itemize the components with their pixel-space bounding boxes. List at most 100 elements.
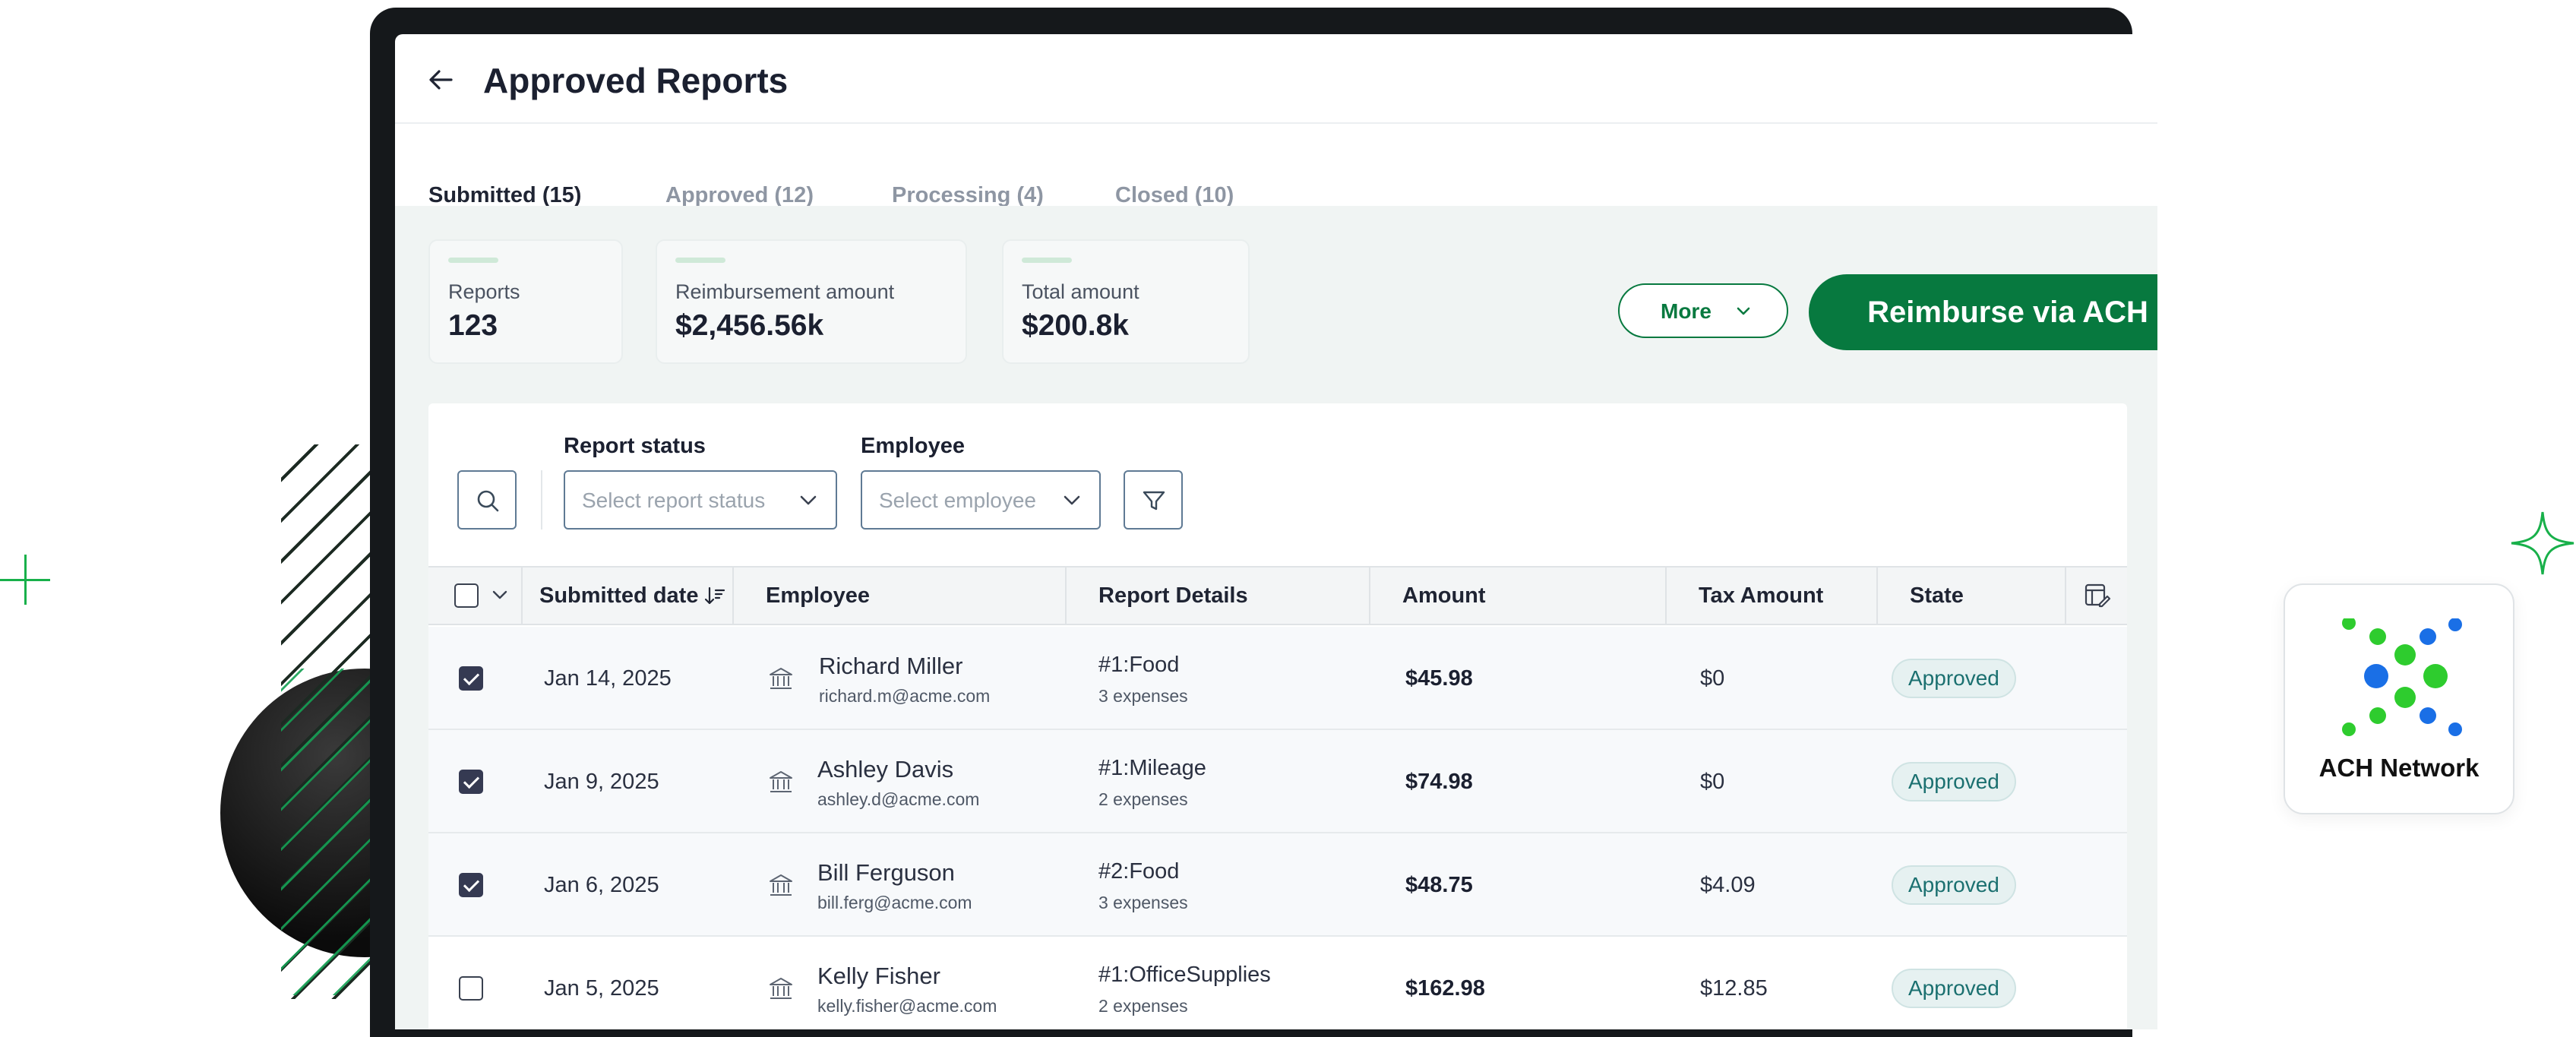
employee-name[interactable]: Bill Ferguson [817,859,955,887]
report-expense-count: 2 expenses [1098,789,1188,809]
bank-icon [770,978,792,999]
tab-closed[interactable]: Closed (10) [1115,183,1234,208]
filter-button[interactable] [1124,470,1183,530]
stat-accent [1022,258,1072,263]
column-separator [1876,568,1878,624]
reimburse-ach-button[interactable]: Reimburse via ACH [1809,274,2157,350]
arrow-left-icon[interactable] [425,65,456,95]
column-separator [1065,568,1067,624]
ach-network-logo-icon [2342,618,2462,736]
decorative-hatch-green [281,669,372,995]
column-settings-icon [2085,583,2111,608]
report-title[interactable]: #1:Food [1098,653,1179,678]
column-header-report-details[interactable]: Report Details [1098,568,1248,624]
row-checkbox[interactable] [459,770,483,794]
stat-value: 123 [448,309,498,342]
column-separator [521,568,523,624]
employee-name[interactable]: Ashley Davis [817,756,953,783]
report-amount: $74.98 [1405,770,1473,794]
column-separator [1369,568,1370,624]
page-title: Approved Reports [483,61,789,100]
tax-amount: $4.09 [1700,873,1756,897]
employee-label: Employee [861,434,965,458]
report-expense-count: 2 expenses [1098,996,1188,1016]
tab-approved[interactable]: Approved (12) [665,183,814,208]
stat-label: Reports [448,280,520,303]
funnel-icon [1143,491,1165,511]
top-bar: Approved Reports [395,34,2157,124]
tab-processing[interactable]: Processing (4) [892,183,1044,208]
main-content: Reports 123 Reimbursement amount $2,456.… [395,206,2157,1029]
chevron-down-icon [1064,495,1080,505]
search-icon [477,490,499,512]
tax-amount: $12.85 [1700,976,1768,1001]
chevron-down-icon[interactable] [489,584,510,605]
select-all-checkbox[interactable] [454,583,479,608]
reports-panel: Report status Select report status Emplo… [428,403,2127,1029]
employee-placeholder: Select employee [879,488,1037,512]
chevron-down-icon [800,495,817,505]
column-header-state[interactable]: State [1910,568,1964,624]
submitted-date: Jan 14, 2025 [544,666,672,691]
column-header-amount[interactable]: Amount [1402,568,1486,624]
bank-icon [770,874,792,896]
report-status-select[interactable]: Select report status [564,470,837,530]
report-title[interactable]: #1:OfficeSupplies [1098,963,1271,988]
report-amount: $48.75 [1405,873,1473,897]
stat-label: Reimbursement amount [675,280,895,303]
more-button[interactable]: More [1618,283,1788,338]
report-status-label: Report status [564,434,706,458]
employee-email: richard.m@acme.com [819,686,991,706]
row-checkbox[interactable] [459,873,483,897]
report-title[interactable]: #1:Mileage [1098,756,1206,781]
employee-name[interactable]: Kelly Fisher [817,963,940,990]
employee-name[interactable]: Richard Miller [819,653,962,680]
tab-submitted[interactable]: Submitted (15) [428,183,581,208]
column-header-employee[interactable]: Employee [766,568,870,624]
status-badge: Approved [1892,865,2016,905]
submitted-date: Jan 5, 2025 [544,976,659,1001]
tax-amount: $0 [1700,666,1725,691]
bank-icon [770,771,792,792]
tax-amount: $0 [1700,770,1725,794]
stat-card-reimbursement: Reimbursement amount $2,456.56k [656,239,967,364]
bank-icon [770,668,792,689]
stat-card-total: Total amount $200.8k [1002,239,1250,364]
stage: Approved Reports Submitted (15) Approved… [0,0,2576,1037]
report-status-placeholder: Select report status [582,488,766,512]
table-row[interactable]: Jan 5, 2025 Kelly Fisher kelly.fisher@ac… [428,937,2127,1029]
row-checkbox[interactable] [459,666,483,691]
more-button-label: More [1661,299,1712,323]
row-checkbox[interactable] [459,976,483,1001]
chevron-down-icon [1737,307,1750,315]
ach-network-card: ACH Network [2284,583,2514,814]
search-button[interactable] [457,470,517,530]
stat-value: $2,456.56k [675,309,824,342]
column-settings-button[interactable] [2065,566,2127,625]
employee-email: kelly.fisher@acme.com [817,996,997,1016]
stat-label: Total amount [1022,280,1139,303]
status-badge: Approved [1892,659,2016,698]
column-header-tax-amount[interactable]: Tax Amount [1699,568,1823,624]
employee-select[interactable]: Select employee [861,470,1101,530]
column-header-submitted-date[interactable]: Submitted date [539,568,698,624]
table-row[interactable]: Jan 14, 2025 Richard Miller richard.m@ac… [428,627,2127,730]
submitted-date: Jan 6, 2025 [544,873,659,897]
table-header: Submitted date Employee Report Details A… [428,566,2127,625]
submitted-date: Jan 9, 2025 [544,770,659,794]
employee-email: ashley.d@acme.com [817,789,980,809]
report-amount: $45.98 [1405,666,1473,691]
table-row[interactable]: Jan 6, 2025 Bill Ferguson bill.ferg@acme… [428,833,2127,937]
column-separator [732,568,734,624]
status-badge: Approved [1892,762,2016,801]
report-expense-count: 3 expenses [1098,686,1188,706]
stat-accent [448,258,498,263]
plus-decoration-icon [0,555,50,605]
ach-network-name: ACH Network [2318,754,2480,782]
report-title[interactable]: #2:Food [1098,859,1179,884]
sort-icon[interactable] [703,584,726,607]
stat-accent [675,258,725,263]
employee-email: bill.ferg@acme.com [817,893,972,912]
table-row[interactable]: Jan 9, 2025 Ashley Davis ashley.d@acme.c… [428,730,2127,833]
report-amount: $162.98 [1405,976,1485,1001]
